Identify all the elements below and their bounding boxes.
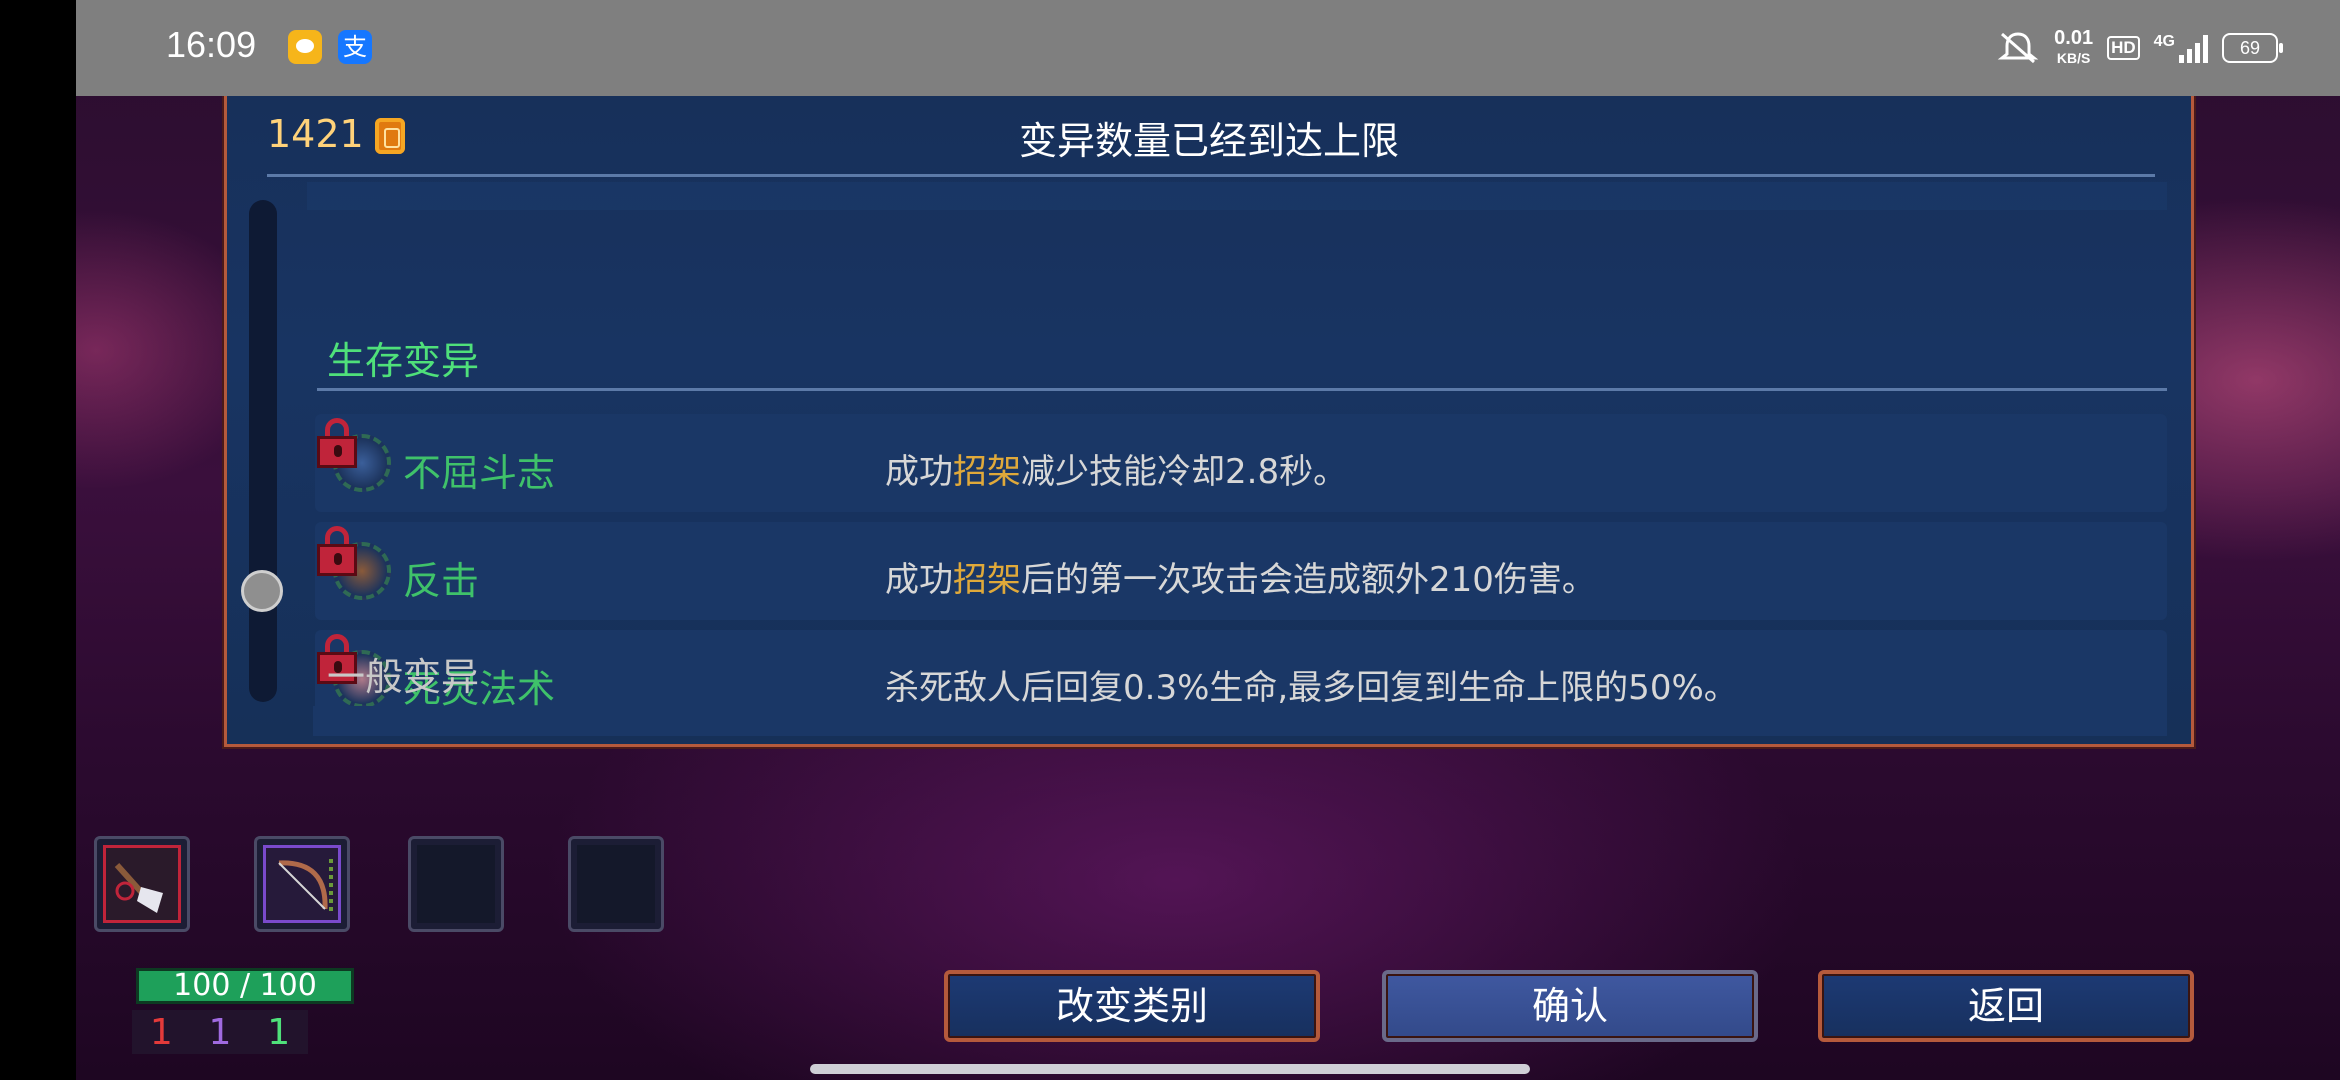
mutation-name: 反击: [403, 559, 480, 603]
list-item: [313, 706, 2167, 736]
mutation-list: 生存变异 不屈斗志 成功招架减少技能冷却2.8秒。 反击 成功招架后的第一次攻击…: [307, 182, 2167, 722]
divider: [317, 388, 2167, 391]
mutation-row[interactable]: 不屈斗志 成功招架减少技能冷却2.8秒。: [315, 414, 2167, 512]
scrollbar-track[interactable]: [249, 200, 277, 702]
app-notification-icon: [288, 30, 322, 64]
status-bar: 16:09 支 0.01 KB/S HD 4G 69: [76, 0, 2340, 96]
health-bar: 100 / 100: [136, 968, 354, 1004]
skill-slot-1[interactable]: [408, 836, 504, 932]
confirm-button[interactable]: 确认: [1382, 970, 1758, 1042]
section-title-survival: 生存变异: [327, 339, 480, 383]
weapon-slot-secondary[interactable]: [254, 836, 350, 932]
panel-title: 变异数量已经到达上限: [1018, 119, 1399, 163]
mutation-desc: 成功招架减少技能冷却2.8秒。: [885, 452, 1348, 492]
mutation-panel: 1421 变异数量已经到达上限 生存变异 不屈斗志 成功招架减少技能冷却2.8秒…: [224, 96, 2194, 747]
home-indicator[interactable]: [810, 1064, 1530, 1074]
battery-icon: 69: [2222, 33, 2283, 63]
survival-stat: 1: [267, 1011, 291, 1053]
brutality-stat: 1: [149, 1011, 173, 1053]
mutation-desc: 杀死敌人后回复0.3%生命,最多回复到生命上限的50%。: [885, 668, 1738, 708]
divider: [267, 174, 2155, 177]
net-speed: 0.01 KB/S: [2054, 27, 2094, 66]
weapon-slot-primary[interactable]: [94, 836, 190, 932]
signal-icon: 4G: [2154, 33, 2208, 63]
bow-icon: [278, 859, 333, 911]
lock-icon: [317, 526, 357, 576]
skill-slot-2[interactable]: [568, 836, 664, 932]
lock-icon: [317, 418, 357, 468]
mutation-name: 不屈斗志: [403, 451, 556, 495]
scroll-stats: 1 1 1: [132, 1010, 308, 1054]
clock: 16:09: [166, 24, 257, 65]
section-title-general: 一般变异: [327, 655, 480, 699]
alipay-icon: 支: [338, 30, 372, 64]
mute-icon: [1997, 32, 2039, 64]
change-category-button[interactable]: 改变类别: [944, 970, 1320, 1042]
hd-icon: HD: [2107, 36, 2140, 60]
scrolled-row: [307, 182, 2167, 210]
mutation-desc: 成功招架后的第一次攻击会造成额外210伤害。: [885, 560, 1596, 600]
mutation-row[interactable]: 反击 成功招架后的第一次攻击会造成额外210伤害。: [315, 522, 2167, 620]
back-button[interactable]: 返回: [1818, 970, 2194, 1042]
axe-icon: [114, 862, 163, 913]
scrollbar-thumb[interactable]: [241, 570, 283, 612]
tactics-stat: 1: [208, 1011, 232, 1053]
